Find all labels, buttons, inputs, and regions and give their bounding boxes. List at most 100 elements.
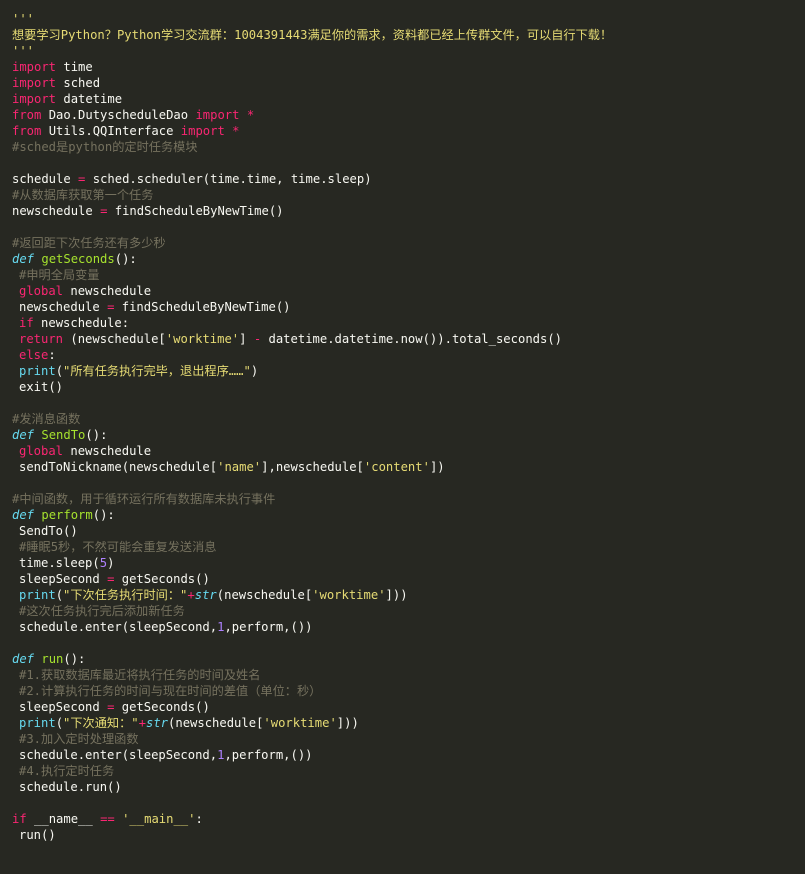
code-line: sleepSecond = getSeconds() <box>12 699 805 715</box>
comment-token: #这次任务执行完后添加新任务 <box>19 604 185 618</box>
def-keyword-token: str <box>194 588 217 602</box>
code-line: #2.计算执行任务的时间与现在时间的差值（单位：秒） <box>12 683 805 699</box>
code-text-token: schedule.enter(sleepSecond, <box>19 748 218 762</box>
code-line: if newschedule: <box>12 315 805 331</box>
code-line: schedule = sched.scheduler(time.time, ti… <box>12 171 805 187</box>
keyword-token: if <box>19 316 34 330</box>
comment-token: #返回距下次任务还有多少秒 <box>12 236 166 250</box>
code-text-token: ])) <box>385 588 408 602</box>
code-text-token: datetime.datetime.now()).total_seconds() <box>261 332 563 346</box>
code-line: newschedule = findScheduleByNewTime() <box>12 299 805 315</box>
code-text-token: : <box>48 348 56 362</box>
code-text-token: (): <box>85 428 108 442</box>
code-text-token: time.sleep( <box>19 556 100 570</box>
function-name-token: SendTo <box>41 428 86 442</box>
comment-token: #sched是python的定时任务模块 <box>12 140 198 154</box>
comment-token: #1.获取数据库最近将执行任务的时间及姓名 <box>19 668 261 682</box>
code-text-token: ) <box>250 364 259 378</box>
code-text-token: newschedule <box>19 300 108 314</box>
code-text-token: getSeconds() <box>114 572 210 586</box>
code-text-token: ]) <box>429 460 445 474</box>
function-name-token: perform <box>41 508 93 522</box>
code-line: return (newschedule['worktime'] - dateti… <box>12 331 805 347</box>
code-line: #睡眠5秒，不然可能会重复发送消息 <box>12 539 805 555</box>
code-line: from Dao.DutyscheduleDao import * <box>12 107 805 123</box>
code-text-token: datetime <box>56 92 123 106</box>
number-token: 5 <box>99 556 108 570</box>
code-text-token: getSeconds() <box>114 700 210 714</box>
code-text-token: ,perform,()) <box>224 748 313 762</box>
def-keyword-token: def <box>12 252 35 266</box>
keyword-token: from <box>12 108 42 122</box>
string-token: 想要学习Python？Python学习交流群：1004391443满足你的需求，… <box>12 28 613 42</box>
code-text-token: newschedule <box>63 444 152 458</box>
code-line: sleepSecond = getSeconds() <box>12 571 805 587</box>
code-line: #中间函数，用于循环运行所有数据库未执行事件 <box>12 491 805 507</box>
code-text-token: (): <box>63 652 86 666</box>
code-line: import time <box>12 59 805 75</box>
code-line: def perform(): <box>12 507 805 523</box>
code-text-token: schedule.run() <box>19 780 122 794</box>
comment-token: #从数据库获取第一个任务 <box>12 188 154 202</box>
code-text-token: ) <box>107 556 115 570</box>
code-line: schedule.enter(sleepSecond,1,perform,()) <box>12 619 805 635</box>
code-block: ''' 想要学习Python？Python学习交流群：1004391443满足你的… <box>12 11 805 843</box>
code-line: def SendTo(): <box>12 427 805 443</box>
code-text-token: sendToNickname(newschedule[ <box>19 460 218 474</box>
comment-token: #4.执行定时任务 <box>19 764 115 778</box>
keyword-token: import <box>12 76 57 90</box>
code-text-token: SendTo() <box>19 524 78 538</box>
keyword-token: global <box>19 444 64 458</box>
code-text-token: __name__ <box>26 812 101 826</box>
code-line: if __name__ == '__main__': <box>12 811 805 827</box>
code-line: 想要学习Python？Python学习交流群：1004391443满足你的需求，… <box>12 27 805 43</box>
string-token: '__main__' <box>122 812 196 826</box>
code-text-token: sleepSecond <box>19 700 108 714</box>
code-line: #3.加入定时处理函数 <box>12 731 805 747</box>
keyword-token: * <box>246 108 255 122</box>
code-line: print("下次任务执行时间："+str(newschedule['workt… <box>12 587 805 603</box>
code-line: import sched <box>12 75 805 91</box>
code-line: #申明全局变量 <box>12 267 805 283</box>
code-text-token: (newschedule[ <box>216 588 313 602</box>
code-line: #1.获取数据库最近将执行任务的时间及姓名 <box>12 667 805 683</box>
code-text-token: time <box>56 60 93 74</box>
code-text-token: sched <box>56 76 101 90</box>
code-line: from Utils.QQInterface import * <box>12 123 805 139</box>
builtin-token: print <box>19 588 56 602</box>
code-text-token: ],newschedule[ <box>261 460 364 474</box>
code-line: time.sleep(5) <box>12 555 805 571</box>
code-line: #这次任务执行完后添加新任务 <box>12 603 805 619</box>
code-text-token: ( <box>55 588 64 602</box>
code-line: schedule.run() <box>12 779 805 795</box>
def-keyword-token: str <box>146 716 169 730</box>
code-line: #返回距下次任务还有多少秒 <box>12 235 805 251</box>
keyword-token: global <box>19 284 64 298</box>
code-text-token: ] <box>239 332 254 346</box>
code-line: #sched是python的定时任务模块 <box>12 139 805 155</box>
code-text-token: schedule.enter(sleepSecond, <box>19 620 218 634</box>
string-token: 'worktime' <box>312 588 386 602</box>
comment-token: #发消息函数 <box>12 412 81 426</box>
keyword-token: import <box>180 124 225 138</box>
code-line: #从数据库获取第一个任务 <box>12 187 805 203</box>
code-text-token: newschedule <box>63 284 152 298</box>
operator-token: == <box>100 812 115 826</box>
code-line: #4.执行定时任务 <box>12 763 805 779</box>
code-text-token: ,perform,()) <box>224 620 313 634</box>
code-line: ''' <box>12 11 805 27</box>
code-editor[interactable]: ''' 想要学习Python？Python学习交流群：1004391443满足你的… <box>0 0 805 874</box>
string-token: "下次任务执行时间：" <box>63 588 188 602</box>
keyword-token: import <box>195 108 240 122</box>
code-text-token: (newschedule[ <box>168 716 264 730</box>
builtin-token: print <box>19 716 56 730</box>
keyword-token: return <box>19 332 64 346</box>
def-keyword-token: def <box>12 428 35 442</box>
code-text-token: ])) <box>336 716 359 730</box>
code-line: print("下次通知："+str(newschedule['worktime'… <box>12 715 805 731</box>
code-text-token: ( <box>55 364 64 378</box>
